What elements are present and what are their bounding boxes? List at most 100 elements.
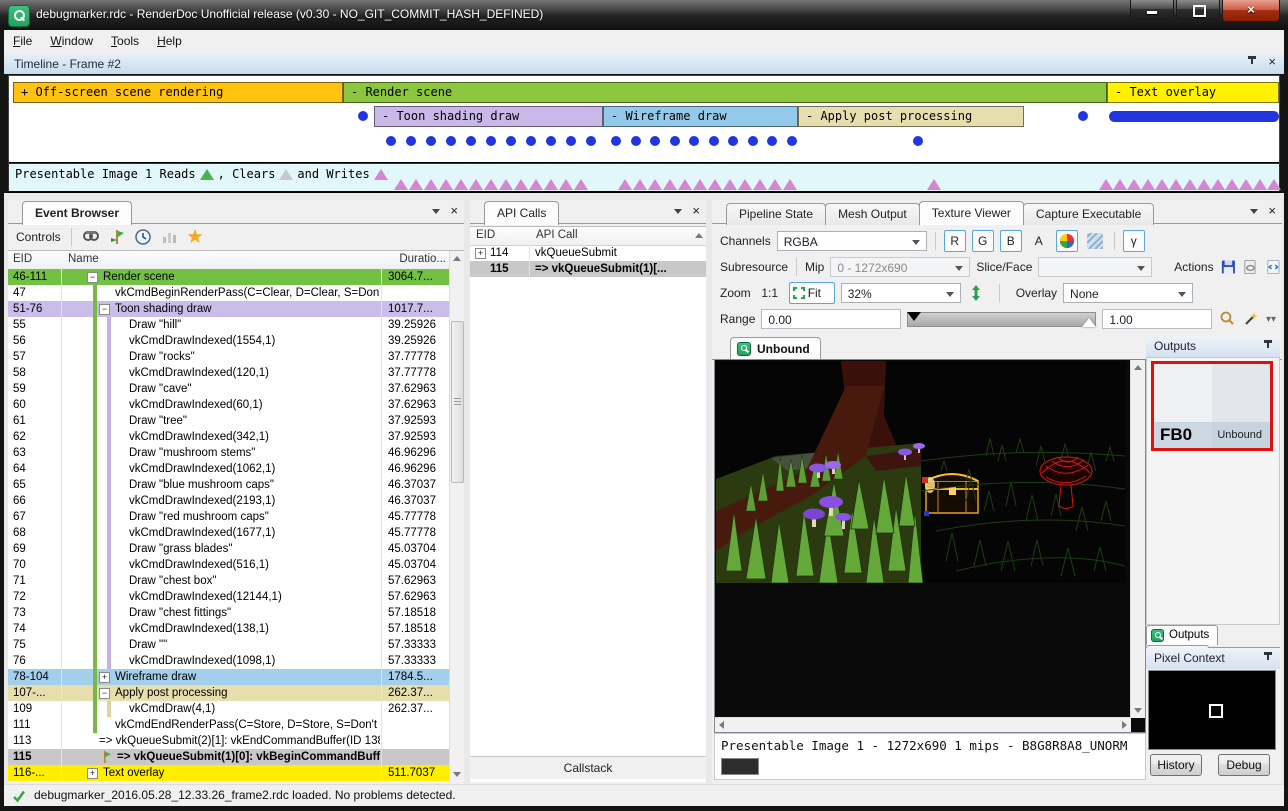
write-triangle-icon[interactable] xyxy=(454,179,468,190)
viewport-vscrollbar[interactable] xyxy=(1130,360,1145,718)
texture-image[interactable] xyxy=(716,361,1126,583)
channels-select[interactable]: RGBA xyxy=(777,231,927,251)
write-triangle-icon[interactable] xyxy=(424,179,438,190)
zoom-fit-button[interactable]: Fit xyxy=(789,282,835,304)
timeline-marker[interactable]: - Wireframe draw xyxy=(603,106,798,127)
tab-outputs[interactable]: Outputs xyxy=(1146,625,1218,645)
event-browser-scrollbar[interactable] xyxy=(449,251,464,782)
pin-icon[interactable] xyxy=(1246,56,1258,68)
write-triangle-icon[interactable] xyxy=(409,179,423,190)
table-row[interactable]: 47vkCmdBeginRenderPass(C=Clear, D=Clear,… xyxy=(8,285,450,301)
table-row[interactable]: 76vkCmdDrawIndexed(1098,1)57.33333 xyxy=(8,653,450,669)
write-triangle-icon[interactable] xyxy=(439,179,453,190)
collapse-icon[interactable]: − xyxy=(87,272,98,283)
write-triangle-icon[interactable] xyxy=(544,179,558,190)
write-triangle-icon[interactable] xyxy=(618,179,632,190)
table-row[interactable]: 115=> vkQueueSubmit(1)[0]: vkBeginComman… xyxy=(8,749,450,765)
close-icon[interactable]: × xyxy=(1268,56,1276,68)
table-row[interactable]: 116-...+Text overlay511.7037 xyxy=(8,765,450,781)
col-api-call[interactable]: API Call xyxy=(536,229,578,241)
write-triangle-icon[interactable] xyxy=(484,179,498,190)
draw-event-dot[interactable] xyxy=(426,136,436,146)
write-triangle-icon[interactable] xyxy=(1267,179,1281,190)
table-row[interactable]: 59Draw "cave"37.62963 xyxy=(8,381,450,397)
autofit-magnifier-icon[interactable] xyxy=(1218,310,1236,328)
table-row[interactable]: 51-76−Toon shading draw1017.7... xyxy=(8,301,450,317)
zoom-1to1-button[interactable]: 1:1 xyxy=(757,282,783,304)
color-wheel-toggle[interactable] xyxy=(1056,230,1078,252)
view-code-icon[interactable] xyxy=(1265,258,1282,276)
pin-icon[interactable] xyxy=(1262,652,1274,664)
write-triangle-icon[interactable] xyxy=(394,179,408,190)
merged-draws-capsule[interactable] xyxy=(1109,111,1279,122)
range-black-handle[interactable] xyxy=(907,312,921,321)
maximize-button[interactable] xyxy=(1176,0,1220,20)
write-triangle-icon[interactable] xyxy=(693,179,707,190)
write-triangle-icon[interactable] xyxy=(783,179,797,190)
write-triangle-icon[interactable] xyxy=(1197,179,1211,190)
debug-button[interactable]: Debug xyxy=(1218,754,1270,776)
write-triangle-icon[interactable] xyxy=(499,179,513,190)
pin-icon[interactable] xyxy=(1262,340,1274,352)
expand-icon[interactable]: + xyxy=(475,248,486,259)
chevron-down-icon[interactable] xyxy=(432,209,440,214)
table-row[interactable]: 74vkCmdDrawIndexed(138,1)57.18518 xyxy=(8,621,450,637)
write-triangle-icon[interactable] xyxy=(1225,179,1239,190)
draw-event-dot[interactable] xyxy=(728,136,738,146)
write-triangle-icon[interactable] xyxy=(1155,179,1169,190)
draw-event-dot[interactable] xyxy=(466,136,476,146)
range-slider[interactable] xyxy=(907,312,1096,327)
write-triangle-icon[interactable] xyxy=(514,179,528,190)
gamma-toggle[interactable]: γ xyxy=(1123,230,1145,252)
close-button[interactable]: × xyxy=(1222,0,1280,22)
draw-event-dot[interactable] xyxy=(611,136,621,146)
timeline[interactable]: + Off-screen scene rendering- Render sce… xyxy=(8,75,1280,164)
draw-event-dot[interactable] xyxy=(767,136,777,146)
scroll-right-icon[interactable] xyxy=(1122,721,1127,729)
table-row[interactable]: 67Draw "red mushroom caps"45.77778 xyxy=(8,509,450,525)
col-duration[interactable]: Duratio... xyxy=(399,253,446,265)
col-name[interactable]: Name xyxy=(68,253,99,265)
write-triangle-icon[interactable] xyxy=(574,179,588,190)
table-row[interactable]: 46-111−Render scene3064.7... xyxy=(8,269,450,285)
draw-event-dot[interactable] xyxy=(913,136,923,146)
write-triangle-icon[interactable] xyxy=(1141,179,1155,190)
write-triangle-icon[interactable] xyxy=(708,179,722,190)
write-triangle-icon[interactable] xyxy=(529,179,543,190)
table-row[interactable]: 68vkCmdDrawIndexed(1677,1)45.77778 xyxy=(8,525,450,541)
write-triangle-icon[interactable] xyxy=(469,179,483,190)
range-white-handle[interactable] xyxy=(1082,318,1096,327)
viewport-hscrollbar[interactable] xyxy=(715,717,1131,732)
table-row[interactable]: 109vkCmdDraw(4,1)262.37... xyxy=(8,701,450,717)
draw-event-dot[interactable] xyxy=(546,136,556,146)
draw-event-dot[interactable] xyxy=(1078,111,1088,121)
red-channel-toggle[interactable]: R xyxy=(944,230,966,252)
table-row[interactable]: 57Draw "rocks"37.77778 xyxy=(8,349,450,365)
scroll-down-icon[interactable] xyxy=(1134,708,1142,713)
write-triangle-icon[interactable] xyxy=(1099,179,1113,190)
write-triangle-icon[interactable] xyxy=(1211,179,1225,190)
overlay-select[interactable]: None xyxy=(1063,283,1193,303)
find-event-icon[interactable] xyxy=(82,228,100,246)
table-row[interactable]: 64vkCmdDrawIndexed(1062,1)46.96296 xyxy=(8,461,450,477)
table-row[interactable]: 111vkCmdEndRenderPass(C=Store, D=Store, … xyxy=(8,717,450,733)
timeline-panel-header[interactable]: Timeline - Frame #2 × xyxy=(4,53,1284,74)
scroll-up-icon[interactable] xyxy=(453,256,461,261)
alpha-channel-toggle[interactable]: A xyxy=(1028,230,1050,252)
draw-event-dot[interactable] xyxy=(650,136,660,146)
collapse-icon[interactable]: − xyxy=(99,688,110,699)
blue-channel-toggle[interactable]: B xyxy=(1000,230,1022,252)
draw-event-dot[interactable] xyxy=(709,136,719,146)
write-triangle-icon[interactable] xyxy=(678,179,692,190)
scroll-down-icon[interactable] xyxy=(453,772,461,777)
table-row[interactable]: 73Draw "chest fittings"57.18518 xyxy=(8,605,450,621)
draw-event-dot[interactable] xyxy=(670,136,680,146)
tab-mesh-output[interactable]: Mesh Output xyxy=(825,203,920,225)
range-max-field[interactable]: 1.00 xyxy=(1102,309,1212,329)
table-row[interactable]: 70vkCmdDrawIndexed(516,1)45.03704 xyxy=(8,557,450,573)
api-calls-header[interactable]: EID API Call xyxy=(470,227,706,246)
write-triangle-icon[interactable] xyxy=(648,179,662,190)
draw-event-dot[interactable] xyxy=(689,136,699,146)
mip-select[interactable]: 0 - 1272x690 xyxy=(830,257,970,277)
timeline-marker[interactable]: - Apply post processing xyxy=(798,106,1024,127)
